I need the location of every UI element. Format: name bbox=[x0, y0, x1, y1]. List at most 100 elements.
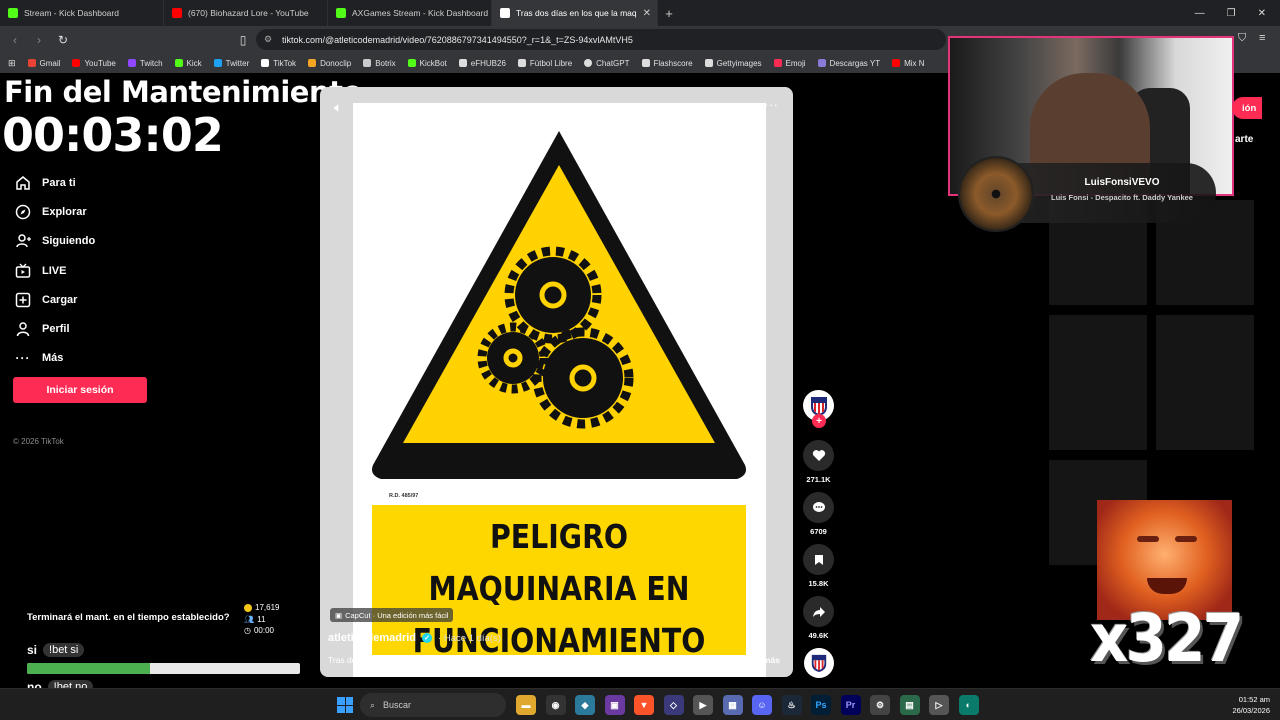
sidebar-item-explorar[interactable]: Explorar bbox=[14, 197, 174, 226]
atletico-crest-icon bbox=[811, 654, 827, 672]
bookmark-descargas-yt[interactable]: Descargas YT bbox=[817, 59, 880, 68]
follow-plus-button[interactable]: + bbox=[812, 414, 826, 428]
author-name[interactable]: atleticodemadrid bbox=[328, 632, 416, 644]
edge-icon[interactable]: ◐ bbox=[958, 695, 979, 715]
sidebar-item-perfil[interactable]: Perfil bbox=[14, 314, 174, 343]
share-action[interactable]: 49.6K bbox=[803, 596, 834, 640]
poll-option-command: !bet si bbox=[43, 643, 85, 657]
capcut-tag[interactable]: ▣ CapCut · Una edición más fácil bbox=[330, 608, 454, 622]
reload-icon[interactable]: ↻ bbox=[56, 33, 70, 47]
clock-time: 01:52 am bbox=[1238, 695, 1270, 704]
bookmark-twitter[interactable]: Twitter bbox=[213, 58, 250, 68]
browser-tab-1[interactable]: Stream - Kick Dashboard bbox=[0, 0, 164, 26]
site-info-icon[interactable]: ⚙ bbox=[264, 34, 272, 45]
signup-button[interactable]: ión bbox=[1232, 97, 1263, 119]
settings-icon[interactable]: ⚙ bbox=[870, 695, 890, 715]
sidebar-item-siguiendo[interactable]: Siguiendo bbox=[14, 227, 174, 256]
donoclip-icon bbox=[308, 59, 317, 67]
sidebar-item-label: Explorar bbox=[42, 205, 87, 218]
sidebar-item-live[interactable]: LIVE bbox=[14, 256, 174, 285]
taskbar-search[interactable]: ⌕ Buscar bbox=[360, 693, 506, 717]
calculator-icon[interactable]: ▦ bbox=[722, 695, 743, 715]
back-icon[interactable]: ‹ bbox=[8, 33, 22, 47]
shield-icon[interactable]: ⛉ bbox=[1238, 32, 1246, 45]
bookmark-emoji[interactable]: Emoji bbox=[773, 59, 806, 68]
app-icon[interactable]: ◆ bbox=[575, 695, 595, 715]
media-player-icon[interactable]: ▷ bbox=[929, 695, 949, 715]
browser-tab-3[interactable]: AXGames Stream - Kick Dashboard bbox=[328, 0, 492, 26]
tiktok-sidebar-nav: Para ti Explorar Siguiendo LIVE Cargar P… bbox=[14, 168, 174, 373]
photoshop-icon[interactable]: Ps bbox=[811, 695, 831, 715]
like-count: 271.1K bbox=[806, 475, 831, 484]
sidebar-item-label: LIVE bbox=[42, 264, 67, 277]
bookmark-gmail[interactable]: Gmail bbox=[27, 59, 60, 68]
emote-mouth bbox=[1147, 578, 1187, 594]
file-explorer-icon[interactable]: ▬ bbox=[516, 695, 536, 715]
app-icon[interactable]: ▣ bbox=[604, 695, 625, 715]
poll-option-si: si !bet si bbox=[27, 643, 85, 657]
notepad-icon[interactable]: ▤ bbox=[899, 695, 920, 715]
premiere-icon[interactable]: Pr bbox=[840, 695, 861, 715]
bookmark-icon[interactable]: ▯ bbox=[236, 33, 250, 47]
bookmark-efhub[interactable]: eFHUB26 bbox=[458, 59, 506, 68]
browser-tab-2[interactable]: (670) Biohazard Lore - YouTube bbox=[164, 0, 328, 26]
sidebar-item-cargar[interactable]: Cargar bbox=[14, 285, 174, 314]
tab-title: Stream - Kick Dashboard bbox=[24, 8, 119, 18]
more-options-icon[interactable]: ··· bbox=[764, 96, 778, 112]
bookmark-twitch[interactable]: Twitch bbox=[127, 59, 163, 68]
live-icon bbox=[14, 262, 32, 280]
youtube-icon bbox=[172, 8, 182, 18]
windows-start-icon[interactable] bbox=[337, 697, 353, 713]
app-icon[interactable]: ▶ bbox=[693, 695, 713, 715]
music-disc-icon[interactable] bbox=[804, 648, 834, 678]
new-tab-button[interactable]: + bbox=[658, 6, 680, 21]
comment-action[interactable]: 6709 bbox=[803, 492, 834, 536]
volume-icon[interactable]: 🔈︎ bbox=[334, 99, 342, 116]
bookmark-youtube[interactable]: YouTube bbox=[72, 59, 116, 68]
steam-icon[interactable]: ♨ bbox=[781, 695, 802, 715]
video-caption: Tras dos días en los que la maquinaria h… bbox=[328, 655, 700, 665]
bookmark-chatgpt[interactable]: ChatGPT bbox=[584, 59, 630, 68]
restore-icon[interactable]: ❐ bbox=[1227, 8, 1236, 19]
bookmark-botrix[interactable]: Botrix bbox=[363, 59, 396, 68]
chrome-icon[interactable]: ◉ bbox=[545, 695, 566, 715]
poll-time: 00:00 bbox=[253, 626, 275, 635]
like-action[interactable]: 271.1K bbox=[803, 440, 834, 484]
menu-icon[interactable]: ≡ bbox=[1259, 32, 1265, 44]
sidebar-item-mas[interactable]: ··· Más bbox=[14, 344, 174, 373]
discord-icon[interactable]: ☺ bbox=[752, 695, 772, 715]
url-bar[interactable]: ⚙ tiktok.com/@atleticodemadrid/video/762… bbox=[256, 29, 946, 50]
bookmark-futbol-libre[interactable]: Fútbol Libre bbox=[517, 59, 572, 68]
bookmark-donoclip[interactable]: Donoclip bbox=[308, 59, 351, 68]
bookmark-gettyimages[interactable]: Gettyimages bbox=[704, 59, 762, 68]
tiktok-icon bbox=[500, 8, 510, 18]
app-icon[interactable]: ◇ bbox=[663, 695, 684, 715]
comment-icon[interactable] bbox=[803, 492, 834, 523]
forward-icon[interactable]: › bbox=[32, 33, 46, 47]
bookmark-tiktok[interactable]: TikTok bbox=[261, 59, 296, 68]
bookmark-icon[interactable] bbox=[803, 544, 834, 575]
caption-more-link[interactable]: más bbox=[763, 655, 780, 665]
heart-icon[interactable] bbox=[803, 440, 834, 471]
bookmark-flashscore[interactable]: Flashscore bbox=[641, 59, 693, 68]
taskbar-clock[interactable]: 01:52 am 26/03/2026 bbox=[1210, 694, 1270, 716]
sidebar-item-para-ti[interactable]: Para ti bbox=[14, 168, 174, 197]
related-video-thumb[interactable] bbox=[1049, 315, 1147, 450]
brave-icon[interactable]: ▼ bbox=[634, 695, 654, 715]
related-video-thumb[interactable] bbox=[1156, 315, 1254, 450]
login-button[interactable]: Iniciar sesión bbox=[13, 377, 147, 403]
tab-title: AXGames Stream - Kick Dashboard bbox=[352, 8, 489, 18]
share-icon[interactable] bbox=[803, 596, 834, 627]
apps-icon[interactable]: ⊞ bbox=[8, 58, 16, 69]
save-action[interactable]: 15.8K bbox=[803, 544, 834, 588]
browser-tab-active[interactable]: Tras dos días en los que la maq ✕ bbox=[492, 0, 658, 26]
bookmark-label: Twitter bbox=[225, 58, 250, 68]
minimize-icon[interactable]: — bbox=[1195, 8, 1205, 19]
comments-tab-label[interactable]: arte bbox=[1235, 134, 1253, 145]
bookmark-kickbot[interactable]: KickBot bbox=[407, 59, 447, 68]
close-tab-icon[interactable]: ✕ bbox=[643, 8, 651, 19]
close-window-icon[interactable]: ✕ bbox=[1258, 8, 1266, 19]
bookmark-kick[interactable]: Kick bbox=[174, 59, 202, 68]
botrix-icon bbox=[363, 59, 372, 67]
bookmark-mix[interactable]: Mix N bbox=[892, 59, 925, 68]
